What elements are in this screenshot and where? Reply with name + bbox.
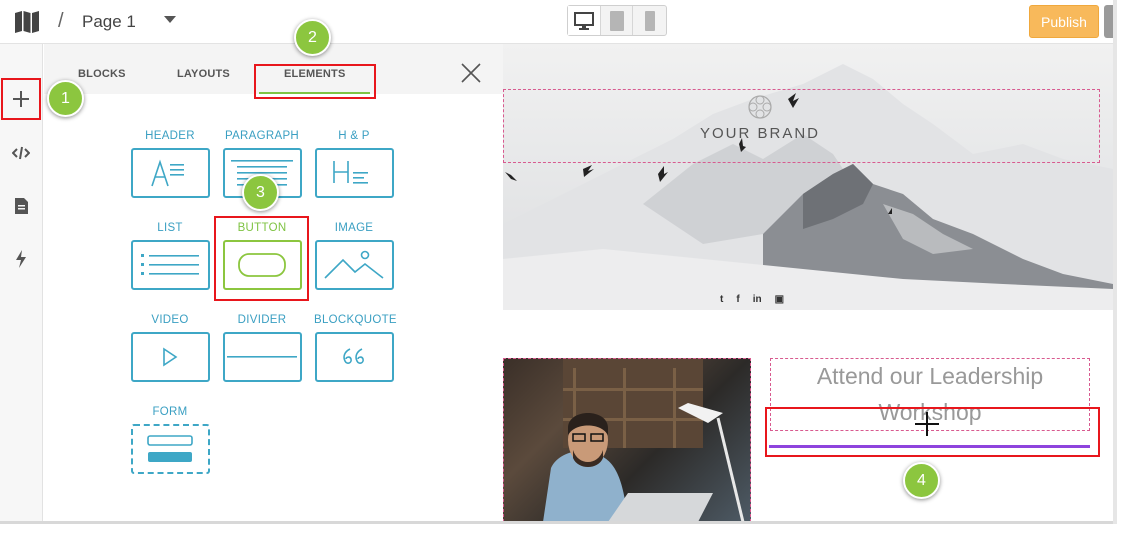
highlight-drop-zone bbox=[765, 407, 1100, 457]
element-label: LIST bbox=[157, 222, 183, 234]
element-list[interactable]: LIST bbox=[130, 222, 210, 290]
tab-layouts[interactable]: LAYOUTS bbox=[177, 68, 230, 80]
mountain-background bbox=[503, 64, 1113, 310]
right-panel-tab[interactable] bbox=[1104, 5, 1113, 38]
element-divider[interactable]: DIVIDER bbox=[222, 314, 302, 382]
quote-icon bbox=[343, 348, 364, 364]
brand-logo-icon bbox=[748, 95, 772, 119]
desktop-view-button[interactable] bbox=[568, 6, 601, 35]
page-selector-label[interactable]: Page 1 bbox=[82, 12, 136, 32]
element-form[interactable]: FORM bbox=[130, 406, 210, 474]
element-label: PARAGRAPH bbox=[224, 130, 300, 142]
highlight-add-button bbox=[1, 78, 41, 120]
top-bar: / Page 1 Publish bbox=[0, 0, 1113, 44]
element-tile bbox=[130, 424, 210, 474]
map-icon[interactable] bbox=[14, 10, 40, 34]
tab-blocks[interactable]: BLOCKS bbox=[78, 68, 126, 80]
element-blockquote[interactable]: BLOCKQUOTE bbox=[314, 314, 397, 382]
element-image[interactable]: IMAGE bbox=[314, 222, 394, 290]
element-tile bbox=[314, 148, 394, 198]
mobile-icon bbox=[644, 10, 655, 31]
tablet-icon bbox=[609, 10, 624, 31]
divider-line-icon bbox=[227, 356, 297, 358]
element-heading-paragraph[interactable]: H & P bbox=[314, 130, 394, 198]
youtube-icon[interactable]: ▣ bbox=[775, 294, 784, 305]
callout-3: 3 bbox=[242, 174, 279, 211]
play-icon bbox=[163, 347, 178, 367]
document-icon bbox=[14, 198, 28, 214]
list-icon bbox=[141, 254, 199, 275]
device-switcher bbox=[567, 5, 667, 36]
element-tile bbox=[314, 240, 394, 290]
photo-block-outline bbox=[503, 358, 751, 522]
element-label: HEADER bbox=[145, 130, 195, 142]
facebook-icon[interactable]: f bbox=[736, 294, 739, 305]
callout-4: 4 bbox=[903, 462, 940, 499]
publish-button[interactable]: Publish bbox=[1029, 5, 1099, 38]
element-tile bbox=[130, 332, 210, 382]
hero-section[interactable]: YOUR BRAND t f in ▣ bbox=[503, 44, 1113, 310]
element-tile bbox=[222, 332, 302, 382]
tablet-view-button[interactable] bbox=[601, 6, 634, 35]
pages-button[interactable] bbox=[0, 189, 42, 223]
frame-shadow-bottom bbox=[0, 521, 1113, 524]
callout-2: 2 bbox=[294, 19, 331, 56]
code-icon bbox=[12, 146, 30, 160]
code-button[interactable] bbox=[0, 136, 42, 170]
element-tile bbox=[130, 240, 210, 290]
element-label: VIDEO bbox=[151, 314, 189, 326]
linkedin-icon[interactable]: in bbox=[753, 294, 762, 305]
form-fields-icon bbox=[147, 435, 193, 462]
element-label: IMAGE bbox=[334, 222, 374, 234]
highlight-elements-tab bbox=[254, 64, 376, 99]
social-links: t f in ▣ bbox=[720, 294, 784, 305]
element-label: BLOCKQUOTE bbox=[314, 314, 397, 326]
frame-shadow-right bbox=[1113, 0, 1117, 524]
close-icon[interactable] bbox=[460, 62, 482, 84]
callout-1: 1 bbox=[47, 80, 84, 117]
brand-name: YOUR BRAND bbox=[699, 125, 820, 142]
element-tile bbox=[314, 332, 394, 382]
element-tile bbox=[130, 148, 210, 198]
lightning-icon bbox=[16, 250, 26, 268]
element-header[interactable]: HEADER bbox=[130, 130, 210, 198]
mobile-view-button[interactable] bbox=[633, 6, 666, 35]
element-label: FORM bbox=[152, 406, 188, 418]
twitter-icon[interactable]: t bbox=[720, 294, 723, 305]
actions-button[interactable] bbox=[0, 242, 42, 276]
element-label: H & P bbox=[338, 130, 370, 142]
header-text-icon bbox=[151, 159, 184, 187]
chevron-down-icon[interactable] bbox=[164, 16, 176, 23]
breadcrumb-separator: / bbox=[58, 10, 64, 32]
element-label: DIVIDER bbox=[237, 314, 287, 326]
heading-paragraph-icon bbox=[333, 161, 368, 184]
image-mountain-icon bbox=[324, 250, 384, 279]
element-video[interactable]: VIDEO bbox=[130, 314, 210, 382]
highlight-button-element bbox=[214, 216, 309, 301]
desktop-icon bbox=[573, 11, 594, 30]
